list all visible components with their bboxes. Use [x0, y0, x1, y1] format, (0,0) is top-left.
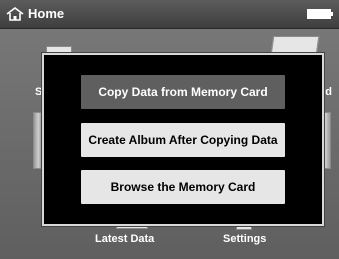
page-title: Home — [28, 6, 65, 21]
latest-data-label[interactable]: Latest Data — [95, 233, 154, 245]
create-album-option[interactable]: Create Album After Copying Data — [81, 123, 285, 157]
source-options-dialog: Copy Data from Memory Card Create Album … — [42, 53, 324, 226]
battery-icon — [307, 9, 333, 19]
header-bar: Home — [0, 0, 339, 29]
settings-label[interactable]: Settings — [223, 233, 266, 245]
browse-card-option[interactable]: Browse the Memory Card — [81, 170, 285, 204]
copy-data-option[interactable]: Copy Data from Memory Card — [81, 75, 285, 109]
home-icon[interactable] — [6, 7, 24, 21]
home-screen: Home S rd Latest Data Settings Copy Data… — [0, 0, 339, 259]
